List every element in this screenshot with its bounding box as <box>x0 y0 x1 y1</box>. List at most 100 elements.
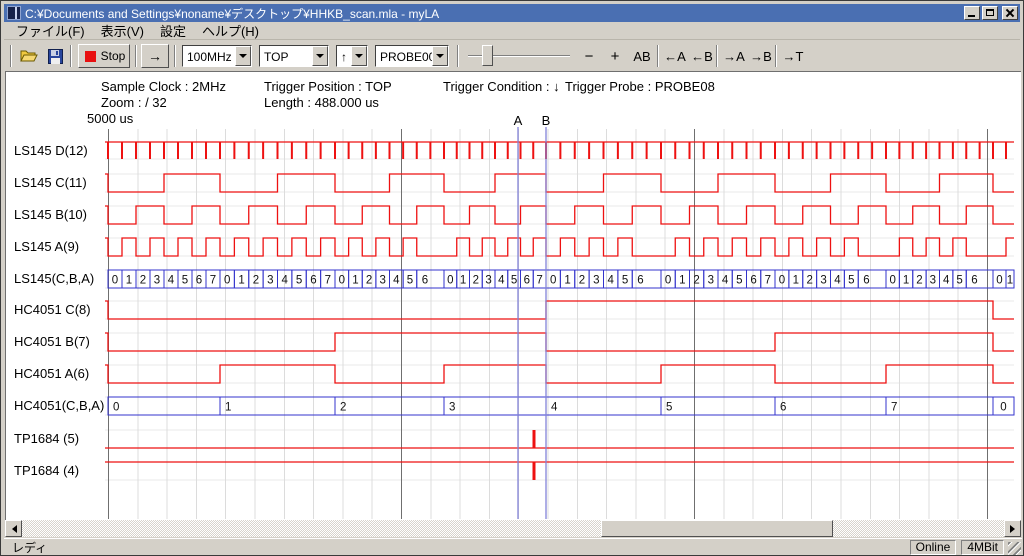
bus-value: 0 <box>447 275 453 287</box>
bus-cell <box>444 397 546 415</box>
bus-value: 0 <box>112 275 118 287</box>
marker-label-a: A <box>514 113 523 128</box>
trigger-position-info: Trigger Position : TOP <box>264 79 392 94</box>
strobe-ticks-ls145-d-12 <box>108 142 1006 159</box>
bus-cell <box>220 397 335 415</box>
bus-value: 6 <box>422 275 428 287</box>
bus-value: 6 <box>196 275 202 287</box>
bus-value: 4 <box>551 402 558 414</box>
channel-label: TP1684 (4) <box>14 463 79 478</box>
channel-label: LS145 B(10) <box>14 207 87 222</box>
channel-label: LS145 D(12) <box>14 143 88 158</box>
bus-cell <box>108 397 220 415</box>
length-info: Length : 488.000 us <box>264 95 379 110</box>
bus-value: 5 <box>511 275 517 287</box>
bus-value: 3 <box>820 275 826 287</box>
sample-clock-info: Sample Clock : 2MHz <box>101 79 226 94</box>
signal-ls145-a-9 <box>105 238 1014 256</box>
bus-cell <box>546 397 661 415</box>
channel-label: HC4051(C,B,A) <box>14 398 104 413</box>
bus-cell <box>775 397 886 415</box>
bus-value: 0 <box>550 275 556 287</box>
signal-hc4051-c-8 <box>105 301 1014 319</box>
channel-label: HC4051 B(7) <box>14 334 90 349</box>
trigger-condition-info: Trigger Condition : ↓ <box>443 79 560 94</box>
bus-value: 3 <box>449 402 455 414</box>
bus-value: 1 <box>679 275 685 287</box>
bus-value: 2 <box>916 275 922 287</box>
bus-value: 3 <box>708 275 714 287</box>
bus-value: 6 <box>971 275 977 287</box>
bus-value: 0 <box>779 275 785 287</box>
bus-cell <box>886 397 993 415</box>
channel-label: TP1684 (5) <box>14 431 79 446</box>
bus-value: 2 <box>473 275 479 287</box>
app-window: C:¥Documents and Settings¥noname¥デスクトップ¥… <box>0 0 1024 556</box>
bus-value: 5 <box>848 275 854 287</box>
bus-value: 3 <box>379 275 385 287</box>
bus-value: 4 <box>168 275 175 287</box>
bus-value: 5 <box>956 275 962 287</box>
bus-value: 0 <box>889 275 895 287</box>
bus-value: 4 <box>943 275 950 287</box>
bus-value: 6 <box>637 275 643 287</box>
signal-hc4051-b-7 <box>105 333 1014 351</box>
bus-value: 3 <box>930 275 936 287</box>
bus-cell <box>335 397 444 415</box>
bus-value: 4 <box>607 275 614 287</box>
signal-ls145-b-10 <box>105 206 1014 224</box>
trigger-probe-info: Trigger Probe : PROBE08 <box>565 79 715 94</box>
signal-hc4051-a-6 <box>105 365 1014 383</box>
bus-value: 5 <box>666 402 672 414</box>
bus-value: 6 <box>310 275 316 287</box>
bus-value: 3 <box>267 275 273 287</box>
bus-value: 1 <box>238 275 244 287</box>
bus-value: 4 <box>722 275 729 287</box>
signal-ls145-c-11 <box>105 174 1014 192</box>
bus-value: 6 <box>780 402 786 414</box>
bus-value: 2 <box>806 275 812 287</box>
bus-value: 7 <box>325 275 331 287</box>
bus-value: 1 <box>903 275 909 287</box>
channel-label: LS145(C,B,A) <box>14 271 94 286</box>
bus-value: 2 <box>693 275 699 287</box>
bus-value: 1 <box>564 275 570 287</box>
bus-cell <box>966 270 993 288</box>
channel-label: LS145 C(11) <box>14 175 87 190</box>
bus-value: 2 <box>340 402 346 414</box>
bus-value: 1 <box>1007 275 1013 287</box>
bus-value: 2 <box>366 275 372 287</box>
bus-value: 4 <box>281 275 288 287</box>
marker-label-b: B <box>542 113 551 128</box>
time-scale-label: 5000 us <box>87 111 133 126</box>
bus-value: 1 <box>225 402 231 414</box>
bus-value: 4 <box>393 275 400 287</box>
bus-value: 4 <box>498 275 505 287</box>
bus-value: 6 <box>750 275 756 287</box>
bus-value: 2 <box>140 275 146 287</box>
bus-value: 4 <box>834 275 841 287</box>
channel-label: HC4051 C(8) <box>14 302 91 317</box>
bus-value: 5 <box>736 275 742 287</box>
bus-value: 2 <box>253 275 259 287</box>
bus-value: 0 <box>1000 402 1006 414</box>
bus-value: 3 <box>485 275 491 287</box>
bus-value: 1 <box>793 275 799 287</box>
bus-value: 1 <box>460 275 466 287</box>
bus-value: 0 <box>665 275 671 287</box>
zoom-info: Zoom : / 32 <box>101 95 167 110</box>
bus-value: 3 <box>154 275 160 287</box>
bus-value: 0 <box>224 275 230 287</box>
bus-value: 7 <box>210 275 216 287</box>
bus-value: 7 <box>765 275 771 287</box>
bus-value: 5 <box>622 275 628 287</box>
bus-value: 5 <box>407 275 413 287</box>
bus-value: 0 <box>996 275 1002 287</box>
bus-value: 6 <box>863 275 869 287</box>
channel-label: HC4051 A(6) <box>14 366 89 381</box>
bus-value: 7 <box>891 402 897 414</box>
bus-value: 7 <box>536 275 542 287</box>
bus-cell <box>661 397 775 415</box>
bus-value: 3 <box>593 275 599 287</box>
bus-value: 0 <box>113 402 119 414</box>
